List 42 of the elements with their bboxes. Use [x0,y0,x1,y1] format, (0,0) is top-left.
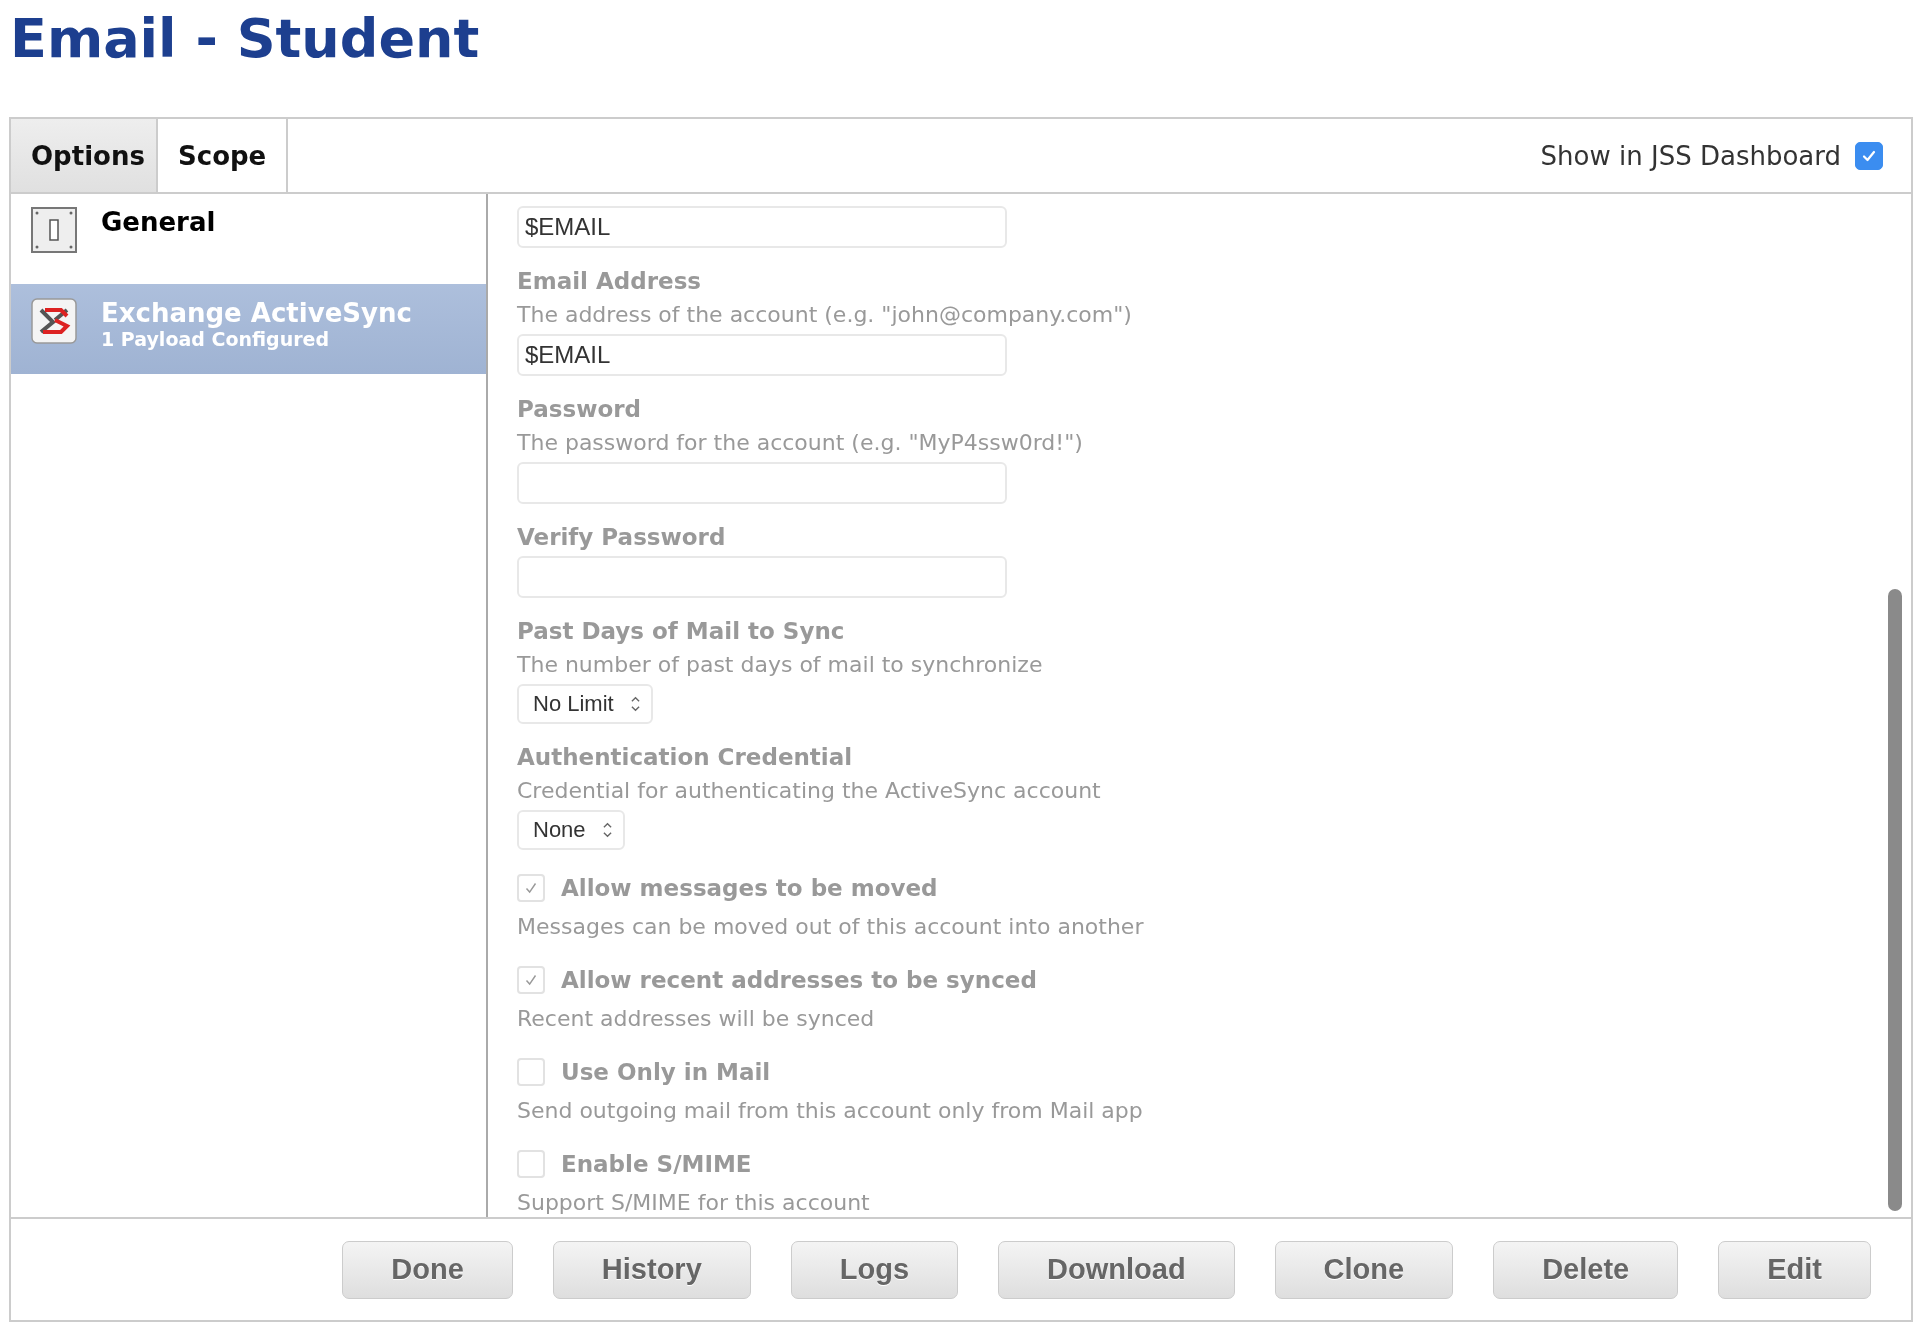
checkbox[interactable] [517,1150,545,1178]
page-title: Email - Student [9,6,481,72]
action-button[interactable]: Download [998,1240,1235,1299]
action-button[interactable]: Clone [1274,1240,1454,1299]
action-button[interactable]: Logs [790,1240,959,1299]
option-label: Allow messages to be moved [561,874,938,903]
action-button[interactable]: Delete [1493,1240,1679,1299]
field-description: The address of the account (e.g. "john@company.com") [517,301,1132,329]
dashboard-checkbox[interactable] [1855,141,1883,170]
option-label: Enable S/MIME [561,1150,752,1179]
field-description: The password for the account (e.g. "MyP4ssw0rd!") [517,429,1083,457]
action-button[interactable]: History [552,1240,751,1299]
updown-arrows-icon [601,821,613,839]
switch-icon [31,207,77,253]
option-label: Allow recent addresses to be synced [561,966,1037,995]
checkbox[interactable] [517,874,545,902]
field-label: Email Address [517,267,702,296]
option-description: Send outgoing mail from this account only from Mail app [517,1097,1143,1125]
crossed-arrows-icon [31,298,77,344]
text-field[interactable]: $EMAIL [517,334,1007,376]
field-description: Credential for authenticating the ActiveSync account [517,777,1101,805]
field-description: The number of past days of mail to synchronize [517,651,1043,679]
dropdown[interactable]: No Limit [517,684,653,724]
text-field[interactable]: $EMAIL [517,206,1007,248]
option-description: Messages can be moved out of this account into another [517,913,1144,941]
option-description: Recent addresses will be synced [517,1005,875,1033]
option-description: Support S/MIME for this account [517,1189,870,1217]
option-label: Use Only in Mail [561,1058,771,1087]
sidebar-item[interactable]: General [11,194,486,284]
checkbox[interactable] [517,1058,545,1086]
scrollbar-thumb[interactable] [1888,589,1902,1211]
checkbox[interactable] [517,966,545,994]
tab[interactable]: Options [11,119,158,192]
field-label: Authentication Credential [517,743,853,772]
field-label: Past Days of Mail to Sync [517,617,845,646]
action-button[interactable]: Done [342,1240,513,1299]
dropdown[interactable]: None [517,810,625,850]
field-label: Verify Password [517,523,726,552]
action-button[interactable]: Edit [1718,1240,1871,1299]
field-label: Password [517,395,641,424]
dashboard-label: Show in JSS Dashboard [1540,140,1841,171]
updown-arrows-icon [629,695,641,713]
